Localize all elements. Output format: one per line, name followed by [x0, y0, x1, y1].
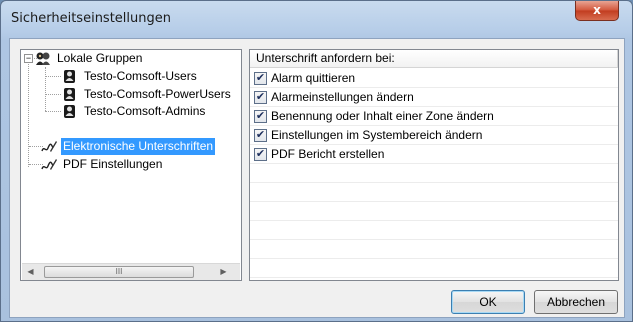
ok-button[interactable]: OK — [451, 290, 525, 314]
checkbox[interactable]: ✔ — [254, 110, 267, 123]
empty-list-row — [250, 259, 618, 278]
scroll-left-icon[interactable]: ◀ — [22, 264, 39, 280]
user-icon — [64, 70, 75, 83]
close-button[interactable]: x — [575, 1, 619, 21]
header-divider — [617, 50, 618, 68]
tree-view[interactable]: − Lokale Gruppen Testo-Comsoft-Users Tes… — [20, 49, 242, 281]
list-item-label: Alarmeinstellungen ändern — [271, 90, 414, 104]
title-bar[interactable]: Sicherheitseinstellungen x — [1, 1, 632, 37]
empty-list-row — [250, 164, 618, 183]
horizontal-scrollbar[interactable]: ◀ III ▶ — [22, 263, 240, 280]
checkbox-list: Unterschrift anfordern bei: ✔ Alarm quit… — [249, 49, 619, 281]
list-item[interactable]: ✔ Benennung oder Inhalt einer Zone änder… — [250, 107, 618, 126]
list-item[interactable]: ✔ PDF Bericht erstellen — [250, 145, 618, 164]
group-icon — [36, 52, 50, 65]
tree-line — [45, 94, 61, 95]
tree-line — [45, 67, 46, 111]
checkbox[interactable]: ✔ — [254, 72, 267, 85]
checkbox[interactable]: ✔ — [254, 129, 267, 142]
list-item[interactable]: ✔ Alarm quittieren — [250, 69, 618, 88]
user-icon — [64, 88, 75, 101]
empty-list-row — [250, 240, 618, 259]
window-title: Sicherheitseinstellungen — [11, 11, 171, 26]
signature-icon — [41, 141, 57, 152]
user-icon — [64, 105, 75, 118]
empty-list-row — [250, 183, 618, 202]
signature-icon — [41, 159, 57, 170]
collapse-toggle[interactable]: − — [24, 54, 33, 63]
list-item[interactable]: ✔ Einstellungen im Systembereich ändern — [250, 126, 618, 145]
dialog-window: Sicherheitseinstellungen x − Lokale Grup… — [0, 0, 633, 322]
tree-item-label: Lokale Gruppen — [57, 51, 143, 65]
tree-item-label: Testo-Comsoft-Users — [84, 69, 197, 83]
checkbox[interactable]: ✔ — [254, 148, 267, 161]
scroll-right-icon[interactable]: ▶ — [215, 264, 232, 280]
scroll-thumb[interactable]: III — [44, 266, 194, 278]
empty-list-row — [250, 221, 618, 240]
list-item-label: Benennung oder Inhalt einer Zone ändern — [271, 109, 494, 123]
list-item[interactable]: ✔ Alarmeinstellungen ändern — [250, 88, 618, 107]
checkbox[interactable]: ✔ — [254, 91, 267, 104]
empty-list-row — [250, 202, 618, 221]
cancel-button[interactable]: Abbrechen — [534, 290, 618, 314]
tree-item-label: Testo-Comsoft-PowerUsers — [84, 87, 231, 101]
list-header-label: Unterschrift anfordern bei: — [256, 51, 395, 65]
list-header[interactable]: Unterschrift anfordern bei: — [250, 50, 618, 68]
dialog-client-area: − Lokale Gruppen Testo-Comsoft-Users Tes… — [9, 38, 625, 318]
tree-item-label: Testo-Comsoft-Admins — [84, 104, 206, 118]
tree-line — [28, 62, 29, 167]
list-item-label: PDF Bericht erstellen — [271, 147, 385, 161]
tree-item-label: PDF Einstellungen — [63, 157, 163, 171]
tree-item-label: Elektronische Unterschriften — [61, 138, 216, 155]
list-item-label: Einstellungen im Systembereich ändern — [271, 128, 483, 142]
tree-line — [45, 76, 61, 77]
list-item-label: Alarm quittieren — [271, 71, 356, 85]
tree-line — [45, 111, 61, 112]
